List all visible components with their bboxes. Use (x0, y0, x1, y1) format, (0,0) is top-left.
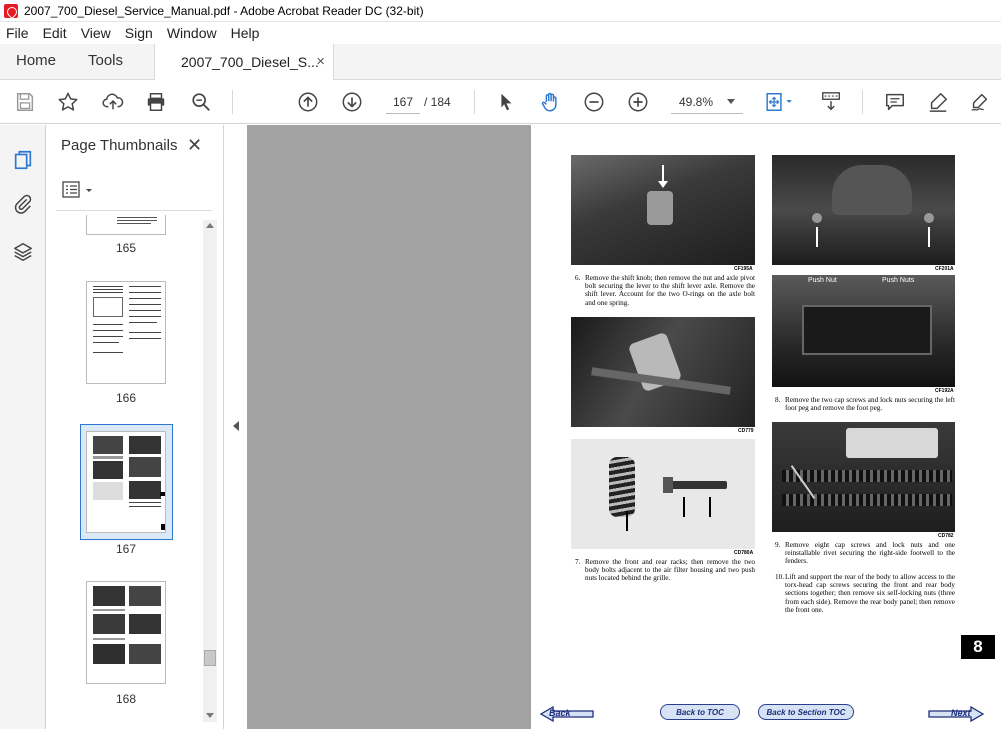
toolbar-separator (232, 90, 233, 114)
highlight-icon[interactable] (926, 90, 950, 114)
tab-tools[interactable]: Tools (88, 44, 123, 79)
step-9: 9. Remove eight cap screws and lock nuts… (775, 541, 955, 566)
menu-sign[interactable]: Sign (118, 25, 160, 41)
page-thumbnails-icon[interactable] (10, 147, 36, 173)
panel-divider (56, 210, 212, 211)
photo-spring-bolt (571, 439, 755, 549)
print-icon[interactable] (144, 90, 168, 114)
thumbnail-label: 167 (115, 542, 137, 556)
tab-bar: Home Tools 2007_700_Diesel_S... × (0, 44, 1001, 80)
back-label: Back (549, 708, 571, 718)
upload-icon[interactable] (101, 90, 125, 114)
photo-code: CF201A (935, 266, 954, 272)
photo-footwell (772, 422, 955, 532)
step-8: 8. Remove the two cap screws and lock nu… (775, 396, 955, 413)
scroll-up-icon[interactable] (206, 223, 214, 228)
zoom-select[interactable]: 49.8% (671, 90, 743, 114)
thumbnail-page-167[interactable] (86, 431, 166, 533)
toolbar-separator (474, 90, 475, 114)
photo-code: CD779 (738, 428, 754, 434)
menu-view[interactable]: View (74, 25, 118, 41)
cursor-icon[interactable] (494, 90, 518, 114)
step-10: 10. Lift and support the rear of the bod… (775, 573, 955, 614)
menu-file[interactable]: File (0, 25, 36, 41)
thumbnail-page-165[interactable] (86, 215, 166, 235)
tab-home[interactable]: Home (16, 44, 56, 79)
zoom-value: 49.8% (679, 95, 714, 109)
push-nut-label: Push Nut (808, 277, 837, 284)
step-7: 7. Remove the front and rear racks; then… (575, 558, 755, 583)
zoom-in-icon[interactable] (626, 90, 650, 114)
photo-push-nuts: Push Nut Push Nuts (772, 275, 955, 387)
window-title: 2007_700_Diesel_Service_Manual.pdf - Ado… (24, 3, 424, 18)
page-down-icon[interactable] (340, 90, 364, 114)
photo-footpeg-bolts (772, 155, 955, 265)
collapse-panel-icon[interactable] (233, 421, 239, 431)
thumbnail-label: 165 (115, 241, 137, 255)
photo-code: CD780A (734, 550, 754, 556)
photo-shift-lever (571, 317, 755, 427)
star-icon[interactable] (56, 90, 80, 114)
photo-code: CF192A (935, 388, 954, 394)
save-icon[interactable] (13, 90, 37, 114)
push-nut-label: Push Nuts (882, 277, 915, 284)
sign-icon[interactable] (968, 90, 992, 114)
photo-code: CD782 (938, 533, 954, 539)
title-bar: 2007_700_Diesel_Service_Manual.pdf - Ado… (0, 0, 1001, 22)
left-rail (0, 125, 46, 729)
photo-shift-knob (571, 155, 755, 265)
close-icon[interactable]: ✕ (187, 136, 202, 154)
page-total: / 184 (424, 95, 451, 109)
next-label: Next (951, 708, 971, 718)
thumbnail-options-button[interactable] (62, 181, 98, 199)
panel-title: Page Thumbnails (61, 137, 178, 154)
back-to-section-toc-label: Back to Section TOC (766, 707, 846, 717)
acrobat-icon (4, 3, 18, 18)
page-number-input[interactable] (386, 90, 420, 114)
back-to-section-toc-button[interactable]: Back to Section TOC (758, 704, 854, 720)
menu-edit[interactable]: Edit (36, 25, 74, 41)
thumbnail-page-166[interactable] (86, 281, 166, 384)
chevron-down-icon (727, 99, 735, 104)
menu-bar: File Edit View Sign Window Help (0, 22, 1001, 44)
menu-help[interactable]: Help (224, 25, 267, 41)
back-to-toc-label: Back to TOC (676, 707, 724, 717)
scrollbar-thumb[interactable] (204, 650, 216, 666)
thumbnail-page-168[interactable] (86, 581, 166, 684)
tab-document-label: 2007_700_Diesel_S... (181, 54, 319, 70)
pdf-page: CF195A 6. Remove the shift knob; then re… (531, 125, 1001, 729)
layers-icon[interactable] (10, 239, 36, 265)
thumbnail-label: 166 (115, 391, 137, 405)
back-to-toc-button[interactable]: Back to TOC (660, 704, 740, 720)
hand-icon[interactable] (538, 90, 562, 114)
back-button[interactable]: Back (539, 705, 595, 723)
toolbar: / 184 49.8% (0, 80, 1001, 124)
document-area[interactable]: CF195A 6. Remove the shift knob; then re… (247, 125, 1001, 729)
section-tab: 8 (961, 635, 995, 659)
tab-document[interactable]: 2007_700_Diesel_S... × (154, 44, 334, 80)
attachment-icon[interactable] (10, 191, 36, 217)
thumbnails-panel: Page Thumbnails ✕ 165 166 167 168 (46, 125, 224, 729)
next-button[interactable]: Next (927, 705, 985, 723)
page-up-icon[interactable] (296, 90, 320, 114)
zoom-search-icon[interactable] (189, 90, 213, 114)
photo-code: CF195A (734, 266, 753, 272)
toolbar-separator (862, 90, 863, 114)
step-6: 6. Remove the shift knob; then remove th… (575, 274, 755, 307)
fit-page-icon[interactable] (762, 90, 798, 114)
comment-icon[interactable] (883, 90, 907, 114)
zoom-out-icon[interactable] (582, 90, 606, 114)
scroll-down-icon[interactable] (206, 713, 214, 718)
thumbnail-label: 168 (115, 692, 137, 706)
scroll-mode-icon[interactable] (818, 90, 844, 114)
menu-window[interactable]: Window (160, 25, 224, 41)
thumbnails-scrollbar[interactable] (203, 220, 217, 722)
tab-close-icon[interactable]: × (316, 54, 325, 69)
